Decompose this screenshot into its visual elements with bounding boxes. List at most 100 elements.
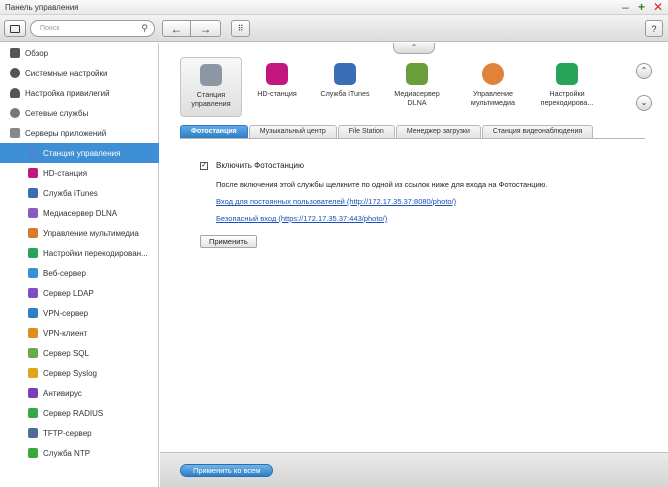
app-hd-station[interactable]: HD-станция [246, 57, 308, 117]
clock-icon [28, 448, 38, 458]
gear-icon [10, 68, 20, 78]
sidebar-item-sql-server[interactable]: Сервер SQL [0, 343, 159, 363]
chevron-up-icon: ⌃ [410, 43, 418, 52]
apps-scroll-up-button[interactable]: ⌃ [636, 63, 652, 79]
maximize-icon[interactable]: + [638, 0, 645, 14]
sidebar-item-web-server[interactable]: Веб-сервер [0, 263, 159, 283]
tab-divider [180, 138, 645, 139]
sidebar-item-management-station[interactable]: Станция управления [0, 143, 159, 163]
minimize-icon[interactable]: – [622, 0, 629, 14]
sidebar-item-label: Медиасервер DLNA [43, 208, 118, 218]
station-icon [200, 64, 222, 86]
tab-file-station[interactable]: File Station [337, 125, 395, 138]
tab-download-manager[interactable]: Менеджер загрузки [395, 125, 481, 138]
globe-icon [10, 108, 20, 118]
sidebar-item-ntp-service[interactable]: Служба NTP [0, 443, 159, 463]
tftp-icon [28, 428, 38, 438]
tab-bar: Фотостанция Музыкальный центр File Stati… [180, 125, 594, 138]
sidebar-item-label: Сервер SQL [43, 348, 89, 358]
app-dlna[interactable]: Медиасервер DLNA [386, 57, 448, 117]
multimedia-icon [28, 228, 38, 238]
search-input[interactable]: Поиск ⚲ [30, 20, 155, 37]
app-itunes[interactable]: Служба iTunes [314, 57, 376, 117]
sidebar-item-label: Управление мультимедиа [43, 228, 139, 238]
enable-photo-station-row[interactable]: ✓ Включить Фотостанцию [200, 161, 640, 170]
sidebar-item-label: Обзор [25, 48, 49, 58]
syslog-icon [28, 368, 38, 378]
apps-scroll-down-button[interactable]: ⌄ [636, 95, 652, 111]
itunes-icon [334, 63, 356, 85]
sidebar-item-label: Сервер Syslog [43, 368, 97, 378]
sidebar-item-vpn-server[interactable]: VPN-сервер [0, 303, 159, 323]
tab-photo-station[interactable]: Фотостанция [180, 125, 248, 138]
radius-icon [28, 408, 38, 418]
sidebar-item-multimedia[interactable]: Управление мультимедиа [0, 223, 159, 243]
app-launcher: Станция управления HD-станция Служба iTu… [180, 57, 620, 117]
station-icon [28, 148, 38, 158]
dlna-icon [406, 63, 428, 85]
sidebar-item-label: Служба iTunes [43, 188, 98, 198]
menu-icon [10, 24, 20, 33]
sidebar-item-hd-station[interactable]: HD-станция [0, 163, 159, 183]
title-bar: Панель управления – + ✕ [0, 0, 668, 15]
apply-button[interactable]: Применить [200, 235, 257, 248]
back-button[interactable]: ← [162, 20, 191, 37]
sidebar-item-itunes[interactable]: Служба iTunes [0, 183, 159, 203]
vpn-client-icon [28, 328, 38, 338]
sidebar-item-label: Станция управления [43, 148, 121, 158]
help-button[interactable]: ? [645, 20, 663, 37]
sidebar-item-tftp-server[interactable]: TFTP-сервер [0, 423, 159, 443]
forward-button[interactable]: → [191, 20, 221, 37]
sidebar-item-label: Веб-сервер [43, 268, 86, 278]
sidebar-item-label: Служба NTP [43, 448, 91, 458]
regular-login-link[interactable]: Вход для постоянных пользователей (http:… [216, 197, 640, 206]
sidebar-item-app-servers[interactable]: Серверы приложений [0, 123, 159, 143]
sidebar-item-label: Сервер LDAP [43, 288, 94, 298]
app-transcoding[interactable]: Настройки перекодирова... [536, 57, 598, 117]
apps-grid-button[interactable]: ⠿ [231, 20, 250, 37]
search-placeholder: Поиск [40, 25, 60, 32]
enable-photo-station-label: Включить Фотостанцию [216, 161, 304, 170]
sidebar-item-label: Настройки перекодирован... [43, 248, 148, 258]
tab-surveillance-station[interactable]: Станция видеонаблюдения [481, 125, 594, 138]
app-label: Настройки перекодирова... [540, 89, 594, 107]
sidebar-item-dlna[interactable]: Медиасервер DLNA [0, 203, 159, 223]
sidebar-item-radius-server[interactable]: Сервер RADIUS [0, 403, 159, 423]
sidebar-item-label: Настройка привилегий [25, 88, 110, 98]
tab-music-center[interactable]: Музыкальный центр [248, 125, 337, 138]
secure-login-link[interactable]: Безопасный вход (https://172.17.35.37:44… [216, 214, 640, 223]
database-icon [28, 348, 38, 358]
photo-station-settings: ✓ Включить Фотостанцию После включения э… [200, 161, 640, 223]
antivirus-icon [28, 388, 38, 398]
sidebar-item-syslog-server[interactable]: Сервер Syslog [0, 363, 159, 383]
sidebar: Обзор Системные настройки Настройка прив… [0, 43, 159, 487]
web-icon [28, 268, 38, 278]
sidebar-item-privileges[interactable]: Настройка привилегий [0, 83, 159, 103]
sidebar-item-label: VPN-сервер [43, 308, 89, 318]
sidebar-item-ldap-server[interactable]: Сервер LDAP [0, 283, 159, 303]
sidebar-item-antivirus[interactable]: Антивирус [0, 383, 159, 403]
apply-all-button[interactable]: Применить ко всем [180, 464, 274, 477]
toolbar: Поиск ⚲ ← → ⠿ ? [0, 15, 668, 42]
app-multimedia[interactable]: Управление мультимедиа [462, 57, 524, 117]
vpn-server-icon [28, 308, 38, 318]
sidebar-item-label: Системные настройки [25, 68, 108, 78]
sidebar-item-vpn-client[interactable]: VPN-клиент [0, 323, 159, 343]
sidebar-item-transcoding[interactable]: Настройки перекодирован... [0, 243, 159, 263]
app-label: Управление мультимедиа [470, 89, 516, 107]
app-management-station[interactable]: Станция управления [180, 57, 242, 117]
sidebar-item-overview[interactable]: Обзор [0, 43, 159, 63]
app-label: Служба iTunes [320, 89, 370, 98]
menu-button[interactable] [4, 20, 26, 37]
collapse-apps-button[interactable]: ⌃ [393, 43, 435, 54]
enable-photo-station-checkbox[interactable]: ✓ [200, 161, 208, 170]
arrow-right-icon: → [199, 21, 212, 36]
sidebar-item-label: HD-станция [43, 168, 88, 178]
footer-bar: Применить ко всем [160, 452, 668, 487]
sidebar-item-network-services[interactable]: Сетевые службы [0, 103, 159, 123]
description-text: После включения этой службы щелкните по … [216, 180, 548, 189]
chevron-down-icon: ⌄ [640, 98, 648, 107]
app-label: Медиасервер DLNA [394, 89, 440, 107]
sidebar-item-system-settings[interactable]: Системные настройки [0, 63, 159, 83]
close-icon[interactable]: ✕ [653, 0, 663, 14]
